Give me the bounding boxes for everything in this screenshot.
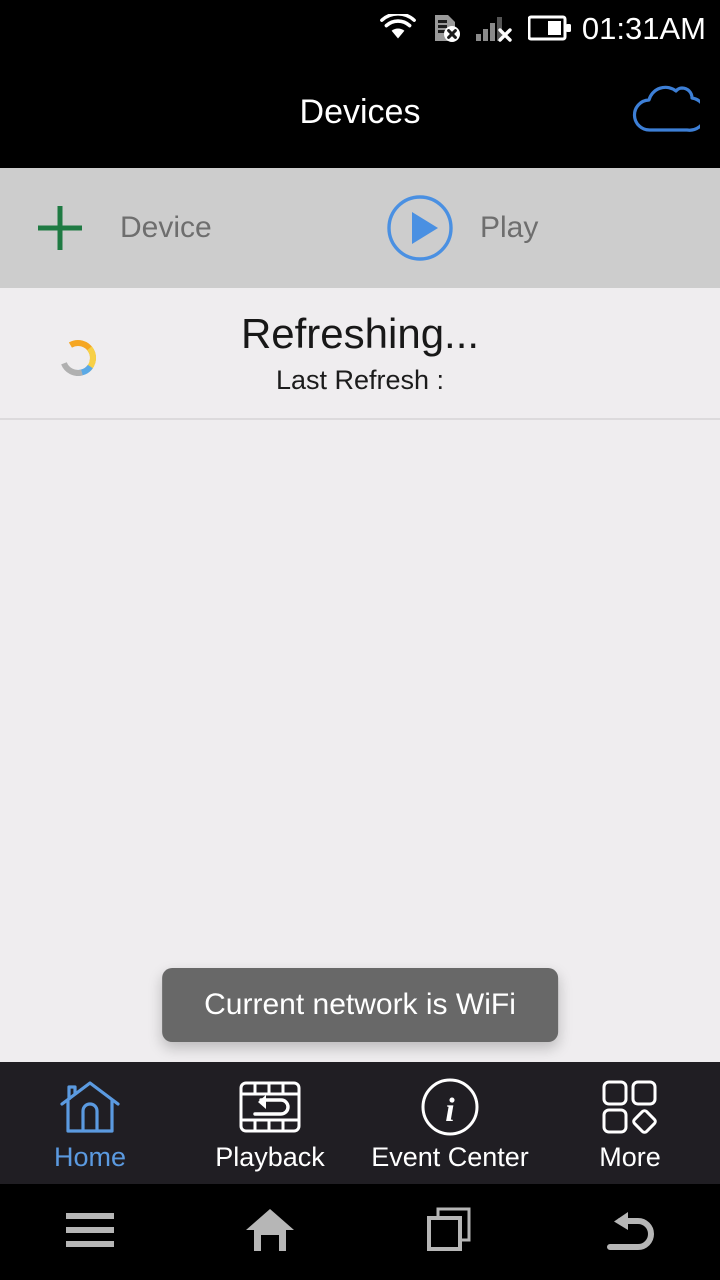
cellular-signal-off-icon [475, 13, 514, 43]
tab-event-center-label: Event Center [371, 1141, 529, 1172]
toast-message: Current network is WiFi [162, 968, 558, 1042]
filmstrip-rewind-icon [237, 1076, 303, 1138]
home-button[interactable] [180, 1206, 360, 1259]
tab-more[interactable]: More [540, 1062, 720, 1184]
tab-playback[interactable]: Playback [180, 1062, 360, 1184]
add-device-button[interactable]: Device [0, 168, 360, 288]
info-circle-icon: i [419, 1076, 481, 1138]
refresh-status-text: Refreshing... [240, 310, 480, 357]
device-list[interactable]: Current network is WiFi [0, 419, 720, 1062]
action-toolbar: Device Play [0, 168, 720, 288]
plus-icon [0, 196, 120, 260]
app-title-bar: Devices [0, 56, 720, 168]
recent-apps-icon [424, 1206, 476, 1259]
recents-button[interactable] [360, 1206, 540, 1259]
add-device-label: Device [120, 211, 212, 244]
tab-home[interactable]: Home [0, 1062, 180, 1184]
system-status-bar: 01:31AM [0, 0, 720, 56]
play-button[interactable]: Play [360, 168, 720, 288]
battery-icon [527, 15, 572, 41]
tab-playback-label: Playback [215, 1141, 325, 1172]
hamburger-menu-icon [63, 1209, 117, 1256]
back-button[interactable] [540, 1207, 720, 1258]
android-system-nav [0, 1184, 720, 1280]
home-outline-icon [242, 1206, 298, 1259]
menu-button[interactable] [0, 1209, 180, 1256]
wifi-icon [380, 14, 416, 42]
tab-event-center[interactable]: i Event Center [360, 1062, 540, 1184]
cloud-button[interactable] [624, 80, 708, 144]
home-icon [57, 1076, 123, 1138]
loading-spinner-icon [56, 336, 100, 380]
last-refresh-label: Last Refresh : [275, 365, 445, 396]
tab-more-label: More [599, 1141, 661, 1172]
status-bar-clock: 01:31AM [581, 10, 706, 46]
play-circle-icon [360, 192, 480, 264]
page-title: Devices [299, 93, 421, 131]
grid-more-icon [599, 1076, 661, 1138]
toast-text: Current network is WiFi [204, 988, 516, 1021]
svg-text:i: i [445, 1092, 455, 1129]
app-screen: 01:31AM Devices Device Play Refreshing..… [0, 0, 720, 1280]
tab-home-label: Home [53, 1141, 127, 1172]
sim-card-missing-icon [430, 12, 462, 44]
play-label: Play [480, 211, 539, 244]
back-arrow-icon [602, 1207, 658, 1258]
refresh-header: Refreshing... Last Refresh : [0, 288, 720, 420]
bottom-tab-bar: Home Playback i Event Center More [0, 1062, 720, 1184]
cloud-icon [628, 82, 708, 143]
